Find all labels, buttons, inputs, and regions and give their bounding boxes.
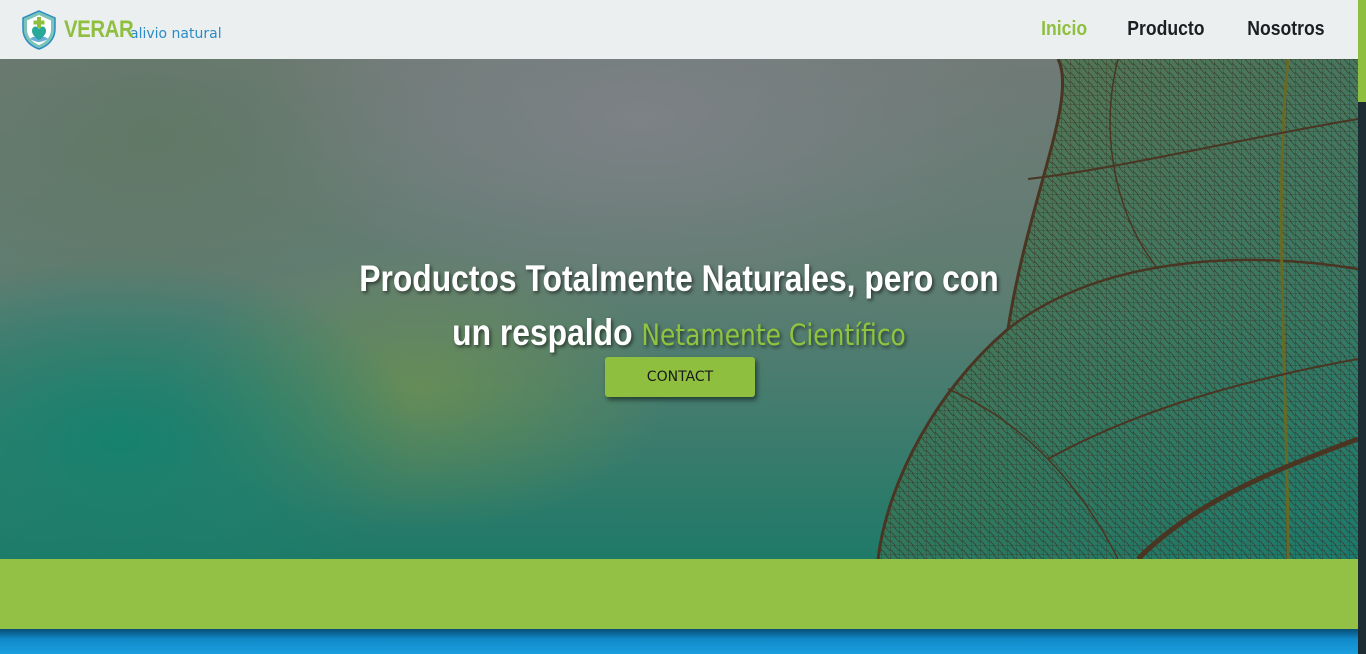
page-scrollbar[interactable] (1358, 0, 1366, 654)
hero-section: Productos Totalmente Naturales, pero con… (0, 59, 1358, 559)
band-shadow (0, 629, 1358, 639)
scrollbar-thumb[interactable] (1358, 0, 1366, 102)
hero-title-line1: Productos Totalmente Naturales, pero con (359, 257, 999, 299)
brand-name: VERAR (64, 15, 134, 43)
nav-item-producto[interactable]: Producto (1128, 18, 1205, 41)
nav-item-inicio[interactable]: Inicio (1041, 18, 1087, 41)
site-header: VERAR alivio natural Inicio Producto Nos… (0, 0, 1358, 59)
shield-heart-leaf-icon (22, 9, 56, 50)
brand[interactable]: VERAR alivio natural (18, 9, 222, 51)
page: VERAR alivio natural Inicio Producto Nos… (0, 0, 1366, 654)
main-nav: Inicio Producto Nosotros (1006, 18, 1330, 41)
hero-title-prefix: un respaldo (452, 311, 633, 353)
hero-title: Productos Totalmente Naturales, pero con… (0, 252, 1358, 362)
brand-tagline: alivio natural (130, 25, 222, 42)
hero-title-highlight: Netamente Científico (641, 317, 906, 352)
green-band (0, 559, 1358, 629)
nav-item-nosotros[interactable]: Nosotros (1247, 18, 1324, 41)
hero-title-line2: un respaldo Netamente Científico (95, 306, 1263, 362)
contact-button[interactable]: CONTACT (605, 357, 755, 397)
